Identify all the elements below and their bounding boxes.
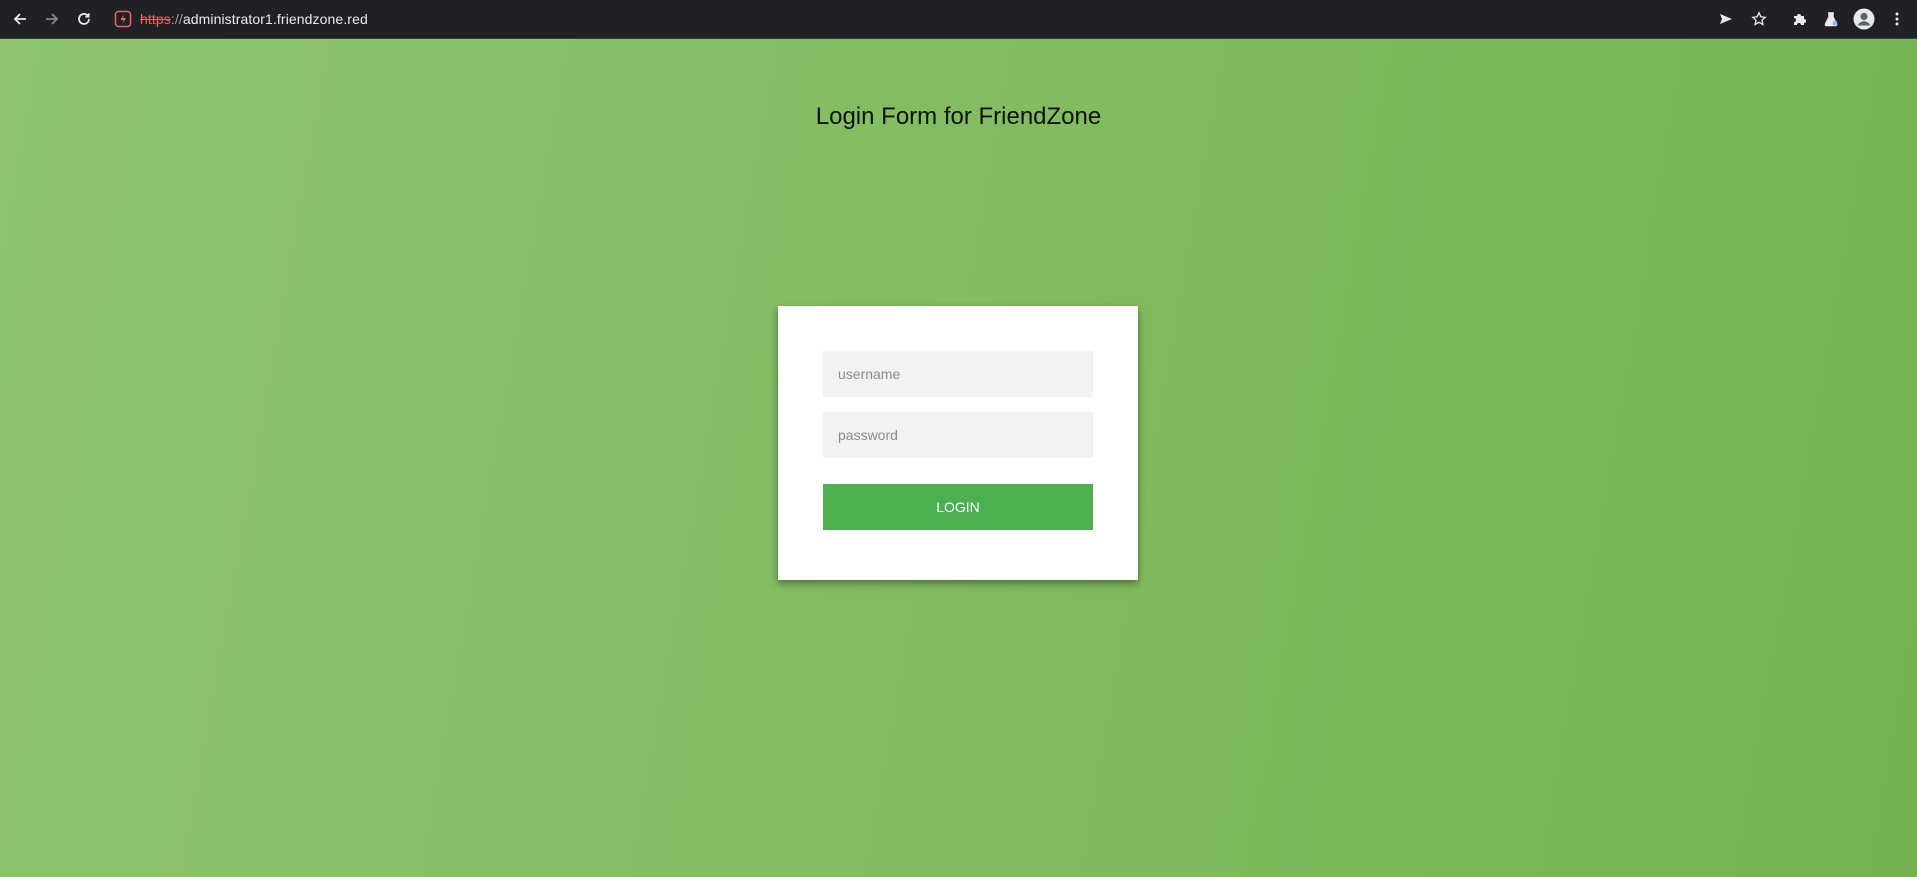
url-scheme: https: [140, 11, 171, 27]
login-button[interactable]: LOGIN: [823, 484, 1093, 530]
url-host: administrator1.friendzone.red: [182, 11, 368, 27]
login-card: LOGIN: [778, 306, 1138, 580]
flask-icon[interactable]: [1819, 7, 1843, 31]
back-arrow-icon[interactable]: [8, 7, 32, 31]
username-field[interactable]: [823, 351, 1093, 397]
forward-arrow-icon[interactable]: [40, 7, 64, 31]
star-icon[interactable]: [1747, 7, 1771, 31]
reload-icon[interactable]: [72, 7, 96, 31]
url-separator: ://: [170, 11, 183, 27]
avatar-icon[interactable]: [1852, 7, 1876, 31]
password-field[interactable]: [823, 412, 1093, 458]
kebab-menu-icon[interactable]: [1885, 7, 1909, 31]
page-content: Login Form for FriendZone LOGIN: [0, 39, 1917, 877]
page-title: Login Form for FriendZone: [815, 103, 1102, 130]
not-secure-icon[interactable]: [114, 10, 132, 28]
address-bar-url[interactable]: https://administrator1.friendzone.red: [140, 11, 368, 27]
puzzle-icon[interactable]: [1787, 7, 1811, 31]
send-icon[interactable]: [1714, 7, 1738, 31]
browser-toolbar: https://administrator1.friendzone.red: [0, 0, 1917, 39]
